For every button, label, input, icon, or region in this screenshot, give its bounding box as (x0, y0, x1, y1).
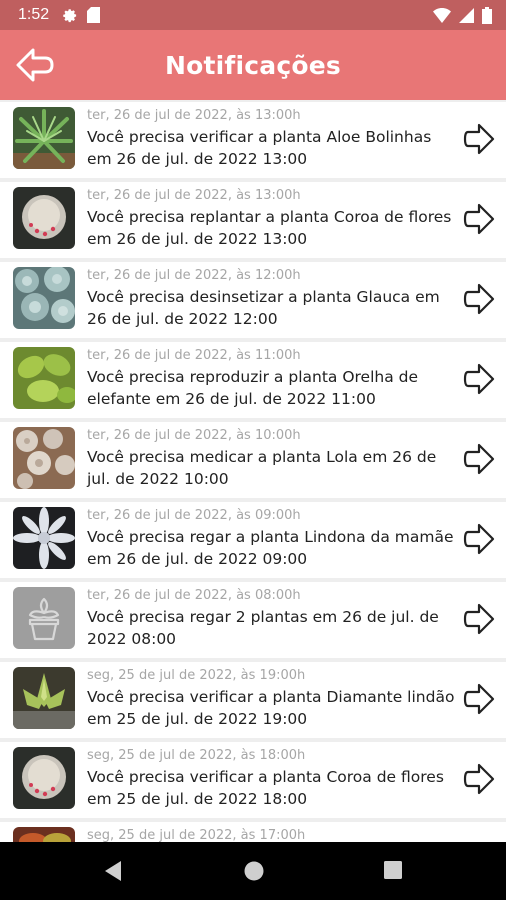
notification-message: Você precisa verificar a planta Coroa de… (87, 768, 444, 808)
notification-item[interactable]: ter, 26 de jul de 2022, às 12:00h Você p… (0, 262, 506, 338)
plant-thumbnail (13, 507, 75, 569)
nav-recents-icon[interactable] (383, 860, 403, 880)
notification-date: ter, 26 de jul de 2022, às 13:00h (87, 188, 301, 203)
arrow-right-icon[interactable] (462, 602, 496, 636)
arrow-right-icon[interactable] (462, 442, 496, 476)
plant-thumbnail (13, 827, 75, 842)
plant-thumbnail (13, 267, 75, 329)
nav-back-icon[interactable] (103, 860, 123, 882)
arrow-right-icon[interactable] (462, 362, 496, 396)
plant-thumbnail (13, 667, 75, 729)
notification-item[interactable]: ter, 26 de jul de 2022, às 13:00h Você p… (0, 182, 506, 258)
status-bar: 1:52 (0, 0, 506, 30)
plant-thumbnail (13, 347, 75, 409)
plant-thumbnail (13, 427, 75, 489)
page-title: Notificações (165, 50, 341, 80)
notification-message: Você precisa verificar a planta Aloe Bol… (87, 128, 432, 168)
notification-date: ter, 26 de jul de 2022, às 11:00h (87, 348, 301, 363)
notification-list[interactable]: ter, 26 de jul de 2022, às 13:00h Você p… (0, 100, 506, 842)
navigation-bar (0, 842, 506, 900)
arrow-left-icon (16, 48, 54, 82)
notification-item[interactable]: ter, 26 de jul de 2022, às 08:00h Você p… (0, 582, 506, 658)
notification-date: ter, 26 de jul de 2022, às 08:00h (87, 588, 301, 603)
notification-item[interactable]: seg, 25 de jul de 2022, às 18:00h Você p… (0, 742, 506, 818)
notification-message: Você precisa verificar a planta Diamante… (87, 688, 455, 728)
arrow-right-icon[interactable] (462, 682, 496, 716)
notification-item[interactable]: ter, 26 de jul de 2022, às 10:00h Você p… (0, 422, 506, 498)
plant-thumbnail (13, 107, 75, 169)
notification-message: Você precisa regar 2 plantas em 26 de ju… (87, 608, 439, 648)
notification-message: Você precisa reproduzir a planta Orelha … (87, 368, 419, 408)
notification-message: Você precisa regar a planta Lindona da m… (87, 528, 454, 568)
notification-date: ter, 26 de jul de 2022, às 12:00h (87, 268, 301, 283)
back-button[interactable] (14, 44, 56, 86)
sd-card-icon (87, 7, 101, 23)
notification-item[interactable]: ter, 26 de jul de 2022, às 13:00h Você p… (0, 102, 506, 178)
signal-icon (459, 7, 474, 23)
notification-date: seg, 25 de jul de 2022, às 18:00h (87, 748, 306, 763)
wifi-icon (433, 7, 451, 23)
notification-date: ter, 26 de jul de 2022, às 09:00h (87, 508, 301, 523)
notification-item[interactable]: seg, 25 de jul de 2022, às 19:00h Você p… (0, 662, 506, 738)
arrow-right-icon[interactable] (462, 202, 496, 236)
notification-date: ter, 26 de jul de 2022, às 10:00h (87, 428, 301, 443)
app-header: Notificações (0, 30, 506, 100)
status-time: 1:52 (18, 6, 50, 23)
notification-item[interactable]: ter, 26 de jul de 2022, às 09:00h Você p… (0, 502, 506, 578)
notification-message: Você precisa medicar a planta Lola em 26… (87, 448, 437, 488)
notification-item[interactable]: ter, 26 de jul de 2022, às 11:00h Você p… (0, 342, 506, 418)
arrow-right-icon[interactable] (462, 282, 496, 316)
arrow-right-icon[interactable] (462, 122, 496, 156)
arrow-right-icon[interactable] (462, 522, 496, 556)
notification-message: Você precisa replantar a planta Coroa de… (87, 208, 452, 248)
gear-icon (63, 8, 77, 22)
plant-thumbnail (13, 587, 75, 649)
nav-home-icon[interactable] (243, 860, 265, 882)
arrow-right-icon[interactable] (462, 762, 496, 796)
plant-thumbnail (13, 747, 75, 809)
plant-thumbnail (13, 187, 75, 249)
notification-date: seg, 25 de jul de 2022, às 17:00h (87, 828, 306, 842)
battery-icon (482, 6, 492, 24)
notification-message: Você precisa desinsetizar a planta Glauc… (87, 288, 440, 328)
notification-date: ter, 26 de jul de 2022, às 13:00h (87, 108, 301, 123)
notification-date: seg, 25 de jul de 2022, às 19:00h (87, 668, 306, 683)
notification-item[interactable]: seg, 25 de jul de 2022, às 17:00h (0, 822, 506, 842)
